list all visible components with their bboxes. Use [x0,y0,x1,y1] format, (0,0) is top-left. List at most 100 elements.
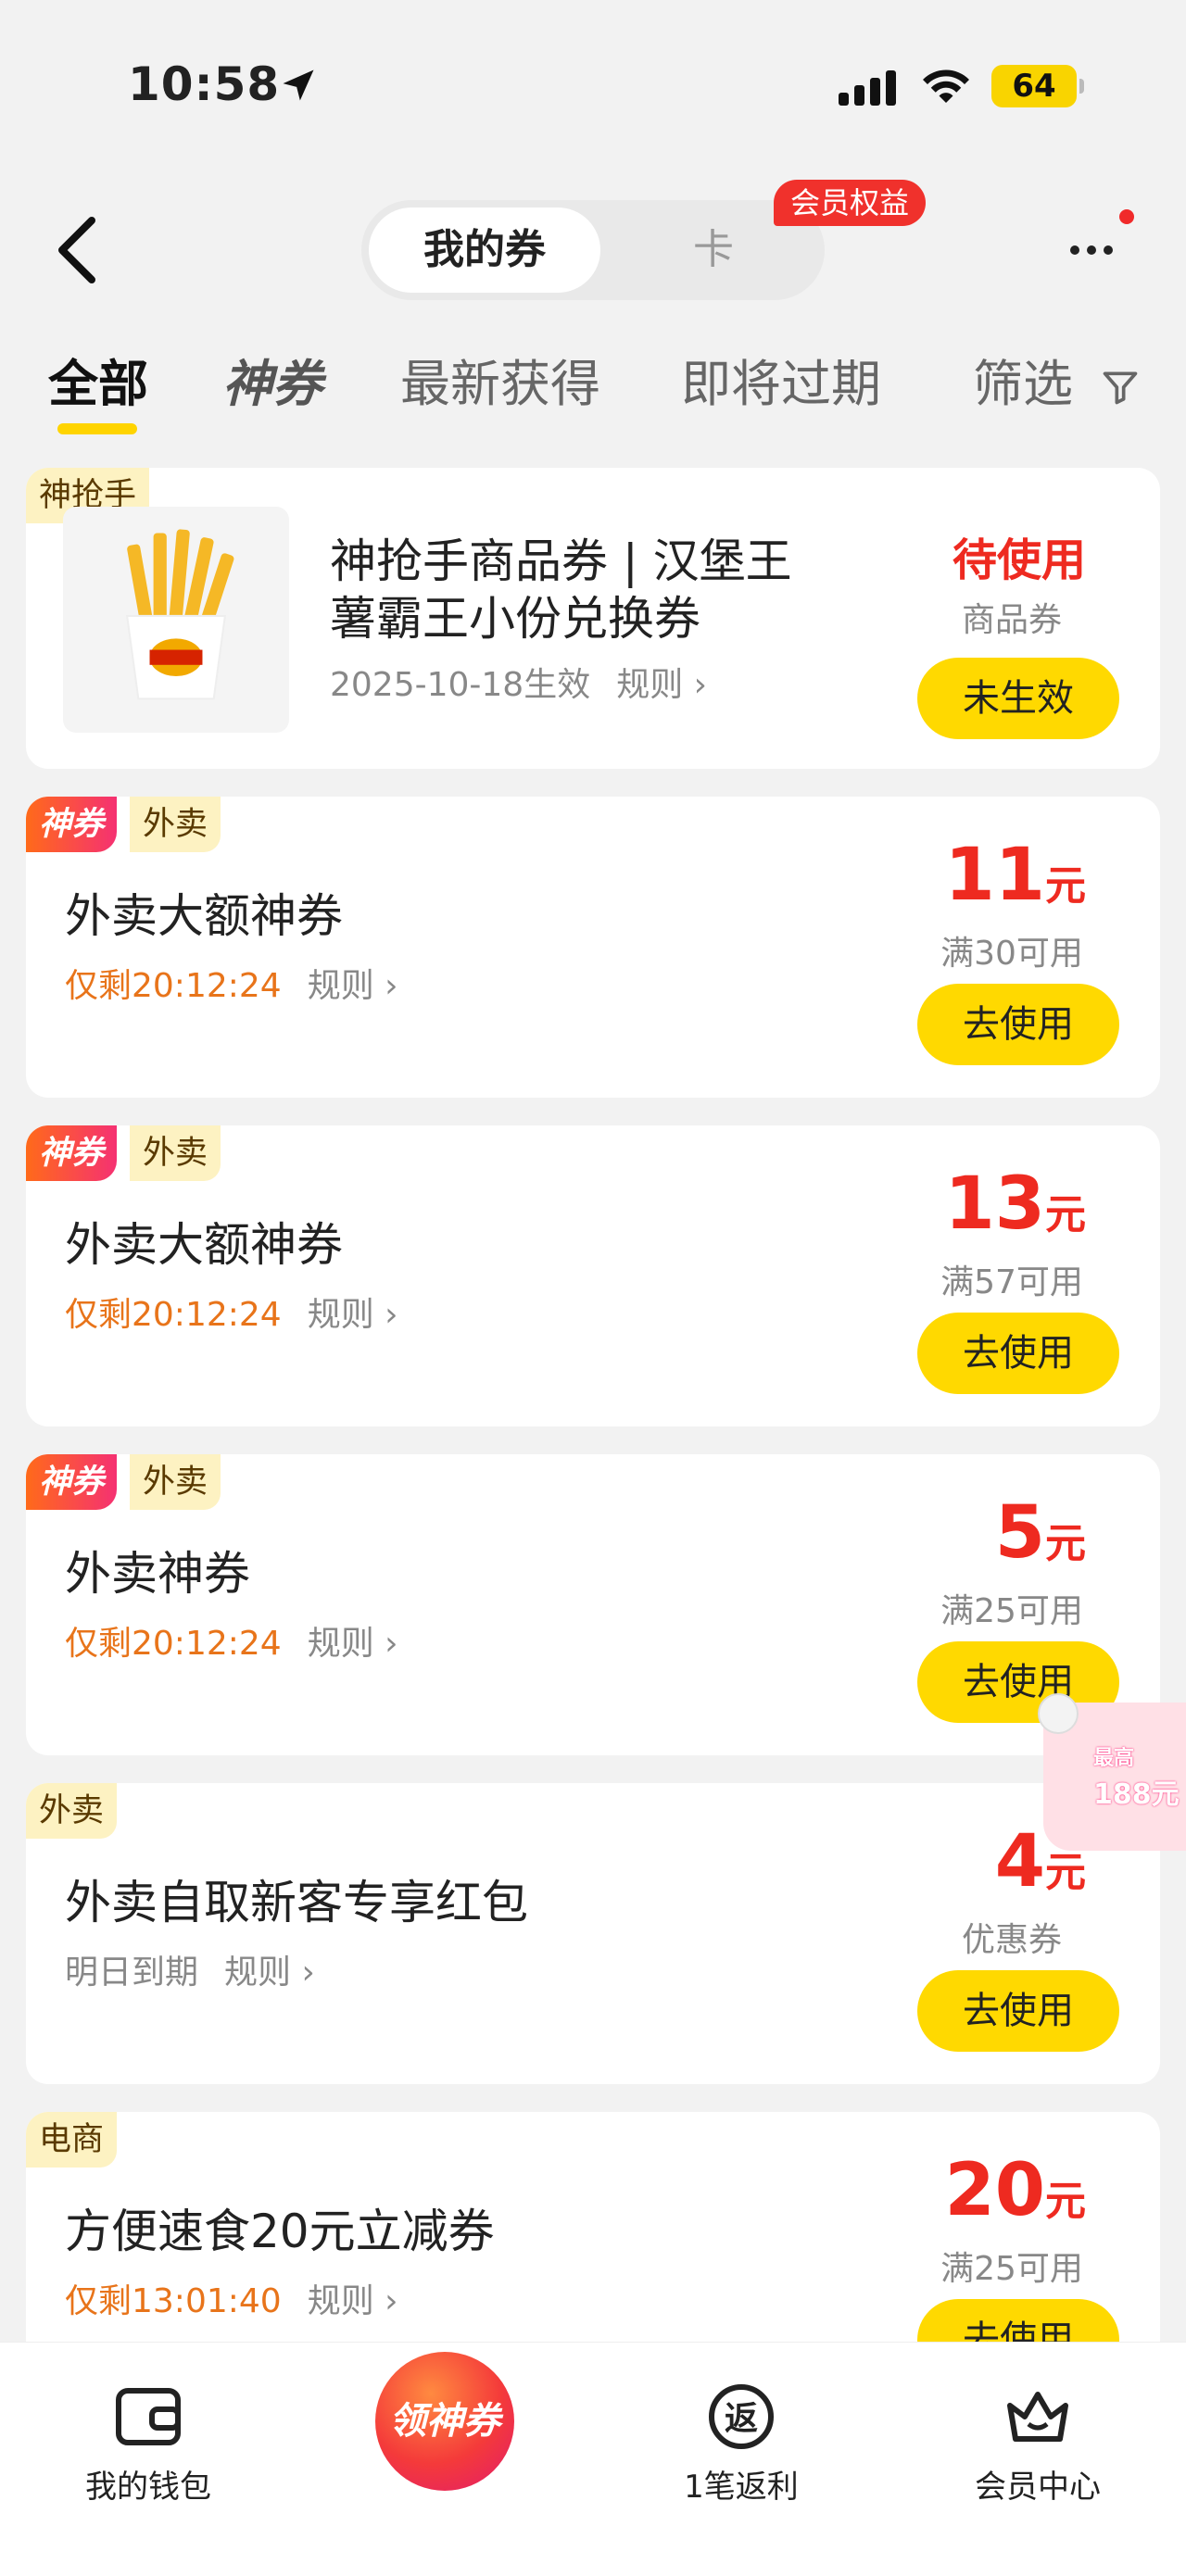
rule-link[interactable]: 规则 › [308,1296,398,1334]
coupon-condition: 满25可用 [940,2250,1083,2288]
rule-link[interactable]: 规则 › [616,666,707,704]
tab-all[interactable]: 全部 [48,338,148,431]
nav-wallet-label: 我的钱包 [85,2469,211,2506]
coupon-title: 外卖大额神券 [65,889,343,943]
rule-label: 规则 [616,666,684,704]
coupon-condition: 优惠券 [961,1921,1062,1959]
tab-newest[interactable]: 最新获得 [400,338,600,431]
floating-promo-text: 最高 188元 [1093,1741,1186,1812]
coupon-condition: 满30可用 [940,935,1083,973]
bottom-nav: 我的钱包 领神券 返 1笔返利 会员中心 [0,2342,1186,2576]
use-button[interactable]: 去使用 [917,984,1119,1065]
nav-member-center[interactable]: 会员中心 [936,2361,1140,2507]
coupon-countdown: 仅剩20:12:24 规则 › [65,1626,398,1663]
coupon-card[interactable]: 神券 外卖 外卖大额神券 仅剩20:12:24 规则 › 13元 满57可用 去使… [26,1125,1160,1426]
coupon-title: 外卖神券 [65,1547,250,1601]
coupon-title: 外卖大额神券 [65,1218,343,1272]
not-active-button[interactable]: 未生效 [917,658,1119,739]
coupon-title: 外卖自取新客专享红包 [65,1876,528,1929]
tag-shenquan: 神券 [26,1125,118,1181]
amount-unit: 元 [1045,1849,1086,1896]
cellular-signal-icon [839,69,896,106]
countdown-text: 仅剩20:12:24 [65,1296,282,1334]
countdown-text: 仅剩20:12:24 [65,1625,282,1663]
tag-shenquan: 神券 [26,797,118,852]
filter-tabs: 全部 神券 最新获得 即将过期 筛选 [0,338,1186,440]
amount-unit: 元 [1045,862,1086,910]
coupon-condition: 满57可用 [940,1263,1083,1301]
header: 我的券 卡 会员权益 [0,180,1186,324]
member-benefits-badge[interactable]: 会员权益 [774,180,927,226]
coupon-date: 2025-10-18生效 [330,666,591,704]
rule-label: 规则 [307,2282,374,2320]
segmented-control: 我的券 卡 [361,200,825,300]
nav-cashback-label: 1笔返利 [684,2469,799,2506]
coupon-countdown: 仅剩13:01:40 规则 › [65,2283,398,2320]
tag-label: 外卖 [130,1125,221,1181]
rule-label: 规则 [307,1296,374,1334]
rule-link[interactable]: 规则 › [308,967,398,1005]
tag-shenquan: 神券 [26,1454,118,1510]
use-button[interactable]: 去使用 [917,1313,1119,1394]
rule-link[interactable]: 规则 › [308,1625,398,1663]
tab-filter-label: 筛选 [973,355,1073,413]
coupon-amount: 20元 [944,2149,1086,2232]
status-time: 10:58 [128,57,281,111]
rule-link[interactable]: 规则 › [308,2282,398,2320]
amount-unit: 元 [1045,1191,1086,1238]
use-button[interactable]: 去使用 [917,1970,1119,2052]
promo-label: 最高 [1093,1747,1135,1770]
amount-value: 11 [944,834,1045,917]
close-icon[interactable] [1038,1693,1079,1734]
tab-shenquan[interactable]: 神券 [222,338,322,431]
coupon-card[interactable]: 神券 外卖 外卖大额神券 仅剩20:12:24 规则 › 11元 满30可用 去使… [26,797,1160,1098]
amount-value: 20 [944,2149,1045,2232]
rule-label: 规则 [307,1625,374,1663]
location-arrow-icon [283,69,314,101]
promo-value: 188元 [1093,1778,1180,1811]
coupon-card[interactable]: 神券 外卖 外卖神券 仅剩20:12:24 规则 › 5元 满25可用 去使用 [26,1454,1160,1755]
cashback-icon: 返 [709,2384,774,2449]
rule-label: 规则 [224,1954,292,1992]
tag-label: 外卖 [130,797,221,852]
coupon-card[interactable]: 神抢手 神抢手商品券 | 汉堡王 薯霸王小份兑换券 2025-10-18生效 规则… [26,468,1160,769]
amount-value: 4 [994,1820,1045,1904]
coupon-status: 待使用 [952,534,1086,586]
more-menu-icon[interactable] [1070,236,1135,264]
tab-expiring[interactable]: 即将过期 [681,338,881,431]
tab-my-coupons[interactable]: 我的券 [369,207,600,293]
coupon-title: 方便速食20元立减券 [65,2205,495,2258]
countdown-text: 仅剩20:12:24 [65,967,282,1005]
tab-filter[interactable]: 筛选 [973,338,1141,431]
coupon-card[interactable]: 外卖 外卖自取新客专享红包 明日到期 规则 › 4元 优惠券 去使用 [26,1783,1160,2084]
coupon-condition: 满25可用 [940,1592,1083,1630]
product-image-fries [63,507,289,733]
amount-value: 5 [994,1491,1045,1575]
coupon-amount: 11元 [944,834,1086,917]
rule-link[interactable]: 规则 › [224,1954,315,1992]
tag-label: 外卖 [130,1454,221,1510]
amount-value: 13 [944,1162,1045,1246]
coupon-amount: 13元 [944,1162,1086,1246]
get-coupons-button[interactable]: 领神券 [375,2352,514,2491]
nav-wallet[interactable]: 我的钱包 [46,2361,250,2507]
filter-funnel-icon [1103,371,1138,405]
active-tab-underline [57,423,137,434]
wallet-icon [116,2388,181,2445]
amount-unit: 元 [1045,1520,1086,1567]
tag-label: 电商 [26,2112,118,2168]
coupon-validity: 2025-10-18生效 规则 › [330,667,707,704]
nav-cashback[interactable]: 返 1笔返利 [639,2361,843,2507]
tab-cards[interactable]: 卡 [630,200,797,300]
coupon-title-line1: 神抢手商品券 | 汉堡王 [330,534,792,588]
nav-member-label: 会员中心 [975,2469,1101,2506]
battery-indicator: 64 [991,65,1084,107]
coupon-expiry: 明日到期 规则 › [65,1954,315,1992]
countdown-text: 仅剩13:01:40 [65,2282,282,2320]
status-bar: 10:58 64 [0,0,1186,167]
crown-icon [1007,2392,1068,2442]
amount-unit: 元 [1045,2178,1086,2225]
wifi-icon [923,69,969,103]
back-arrow-icon[interactable] [51,213,107,287]
tag-label: 外卖 [26,1783,118,1839]
